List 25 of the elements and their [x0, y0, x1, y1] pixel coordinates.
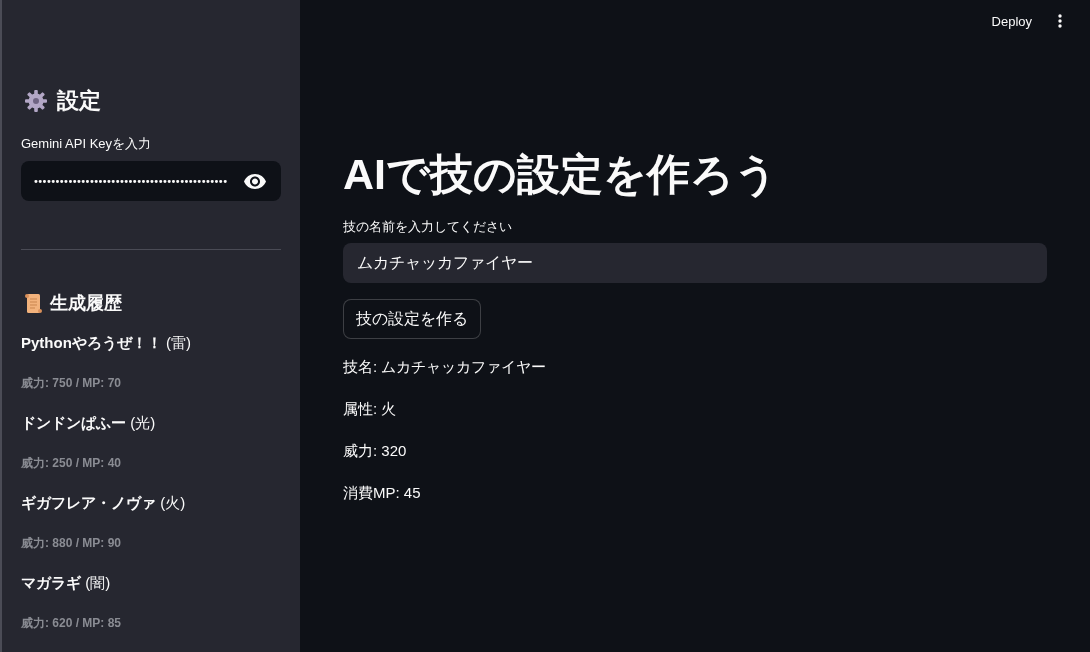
result-text: 技名: ムカチャッカファイヤー: [343, 357, 547, 377]
history-item-stats: 威力: 750 / MP: 70: [21, 375, 122, 392]
history-item-title: ドンドンぱふー (光): [21, 413, 156, 433]
history-item-stats: 威力: 250 / MP: 40: [21, 455, 122, 472]
eye-icon: [244, 173, 266, 189]
text-input[interactable]: ムカチャッカファイヤー: [343, 243, 1047, 283]
field-label: 技の名前を入力してください: [343, 219, 512, 235]
history-item-title: Pythonやろうぜ！！ (雷): [21, 333, 191, 353]
more-menu-icon: [1058, 14, 1062, 28]
sidebar-title: 設定: [57, 87, 101, 115]
scroll-icon: [25, 293, 42, 313]
history-item-stats: 威力: 620 / MP: 85: [21, 615, 122, 632]
field-label: Gemini API Keyを入力: [21, 136, 153, 152]
history-title: 生成履歴: [50, 292, 122, 315]
gear-icon: [25, 90, 47, 112]
history-item-stats: 威力: 880 / MP: 90: [21, 535, 122, 552]
page-title: AIで技の設定を作ろう: [343, 149, 778, 200]
result-text: 属性: 火: [343, 399, 397, 419]
history-item-title: マガラギ (闇): [21, 573, 111, 593]
create-button[interactable]: 技の設定を作る: [343, 299, 481, 339]
result-text: 威力: 320: [343, 441, 407, 461]
history-item-title: ギガフレア・ノヴァ (火): [21, 493, 186, 513]
password-field[interactable]: •••••••••••••••••••••••••••••••••••••••••••••: [21, 161, 281, 201]
result-text: 消費MP: 45: [343, 483, 421, 503]
deploy-button[interactable]: Deploy: [983, 7, 1040, 35]
